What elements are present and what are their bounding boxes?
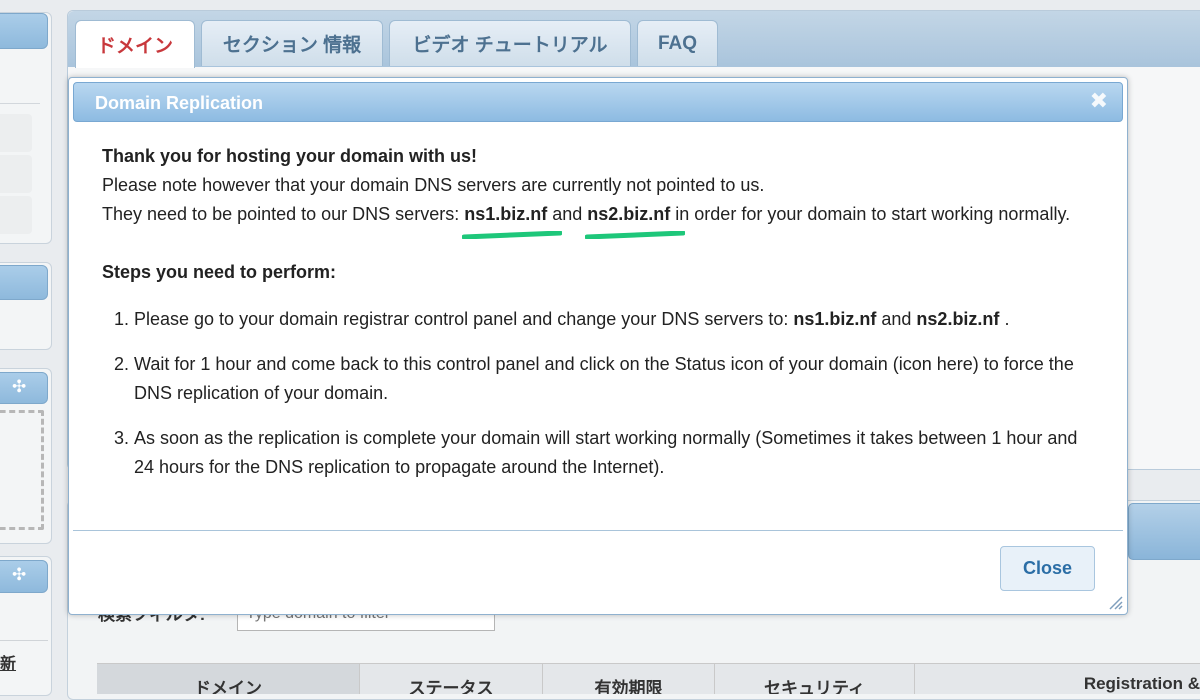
ns2-text: ns2.biz.nf xyxy=(587,204,671,224)
dialog-body: Thank you for hosting your domain with u… xyxy=(102,142,1092,498)
tab-faq[interactable]: FAQ xyxy=(637,20,718,66)
ns1-hostname: ns1.biz.nf xyxy=(462,204,563,239)
tab-bar: ドメイン セクション 情報 ビデオ チュートリアル FAQ xyxy=(75,20,718,68)
domain-list-header xyxy=(1128,503,1200,560)
sidebar-divider xyxy=(0,640,48,641)
sidebar-item[interactable] xyxy=(0,114,32,152)
column-header-status[interactable]: ステータス xyxy=(360,664,543,694)
dialog-titlebar[interactable]: Domain Replication ✖ xyxy=(73,82,1123,122)
move-icon[interactable]: ✣ xyxy=(12,379,26,396)
sidebar-refresh-link[interactable]: 新 xyxy=(0,650,16,674)
sidebar-drop-zone xyxy=(0,410,44,530)
ns1-text: ns1.biz.nf xyxy=(464,204,548,224)
steps-list: Please go to your domain registrar contr… xyxy=(102,305,1092,482)
step-1-ns2: ns2.biz.nf xyxy=(916,309,1000,329)
sidebar-item[interactable] xyxy=(0,155,32,193)
tab-section-info[interactable]: セクション 情報 xyxy=(201,20,383,66)
tab-domain[interactable]: ドメイン xyxy=(75,20,195,68)
sidebar-item[interactable] xyxy=(0,196,32,234)
dialog-heading: Thank you for hosting your domain with u… xyxy=(102,146,477,166)
tab-video-tutorial[interactable]: ビデオ チュートリアル xyxy=(389,20,631,66)
dialog-footer-divider xyxy=(73,530,1123,531)
sidebar-divider xyxy=(0,103,40,104)
column-header-domain[interactable]: ドメイン xyxy=(97,664,360,694)
close-button[interactable]: Close xyxy=(1000,546,1095,591)
ns2-hostname: ns2.biz.nf xyxy=(585,204,686,239)
step-1-and: and xyxy=(876,309,917,329)
resize-grip-icon[interactable] xyxy=(1105,592,1123,610)
pointed-suffix: in order for your domain to start workin… xyxy=(670,204,1071,224)
close-icon[interactable]: ✖ xyxy=(1090,91,1108,113)
steps-title: Steps you need to perform: xyxy=(102,262,337,282)
sidebar-panel-middle-header[interactable] xyxy=(0,265,48,300)
pointed-prefix: They need to be pointed to our DNS serve… xyxy=(102,204,465,224)
step-1-suffix: . xyxy=(999,309,1010,329)
move-icon[interactable]: ✣ xyxy=(12,567,26,584)
ns1-highlight-mark xyxy=(462,231,563,239)
domain-table-header: ドメイン ステータス 有効期限 セキュリティ Registration & xyxy=(97,663,1200,694)
step-3: As soon as the replication is complete y… xyxy=(134,424,1092,482)
step-1-prefix: Please go to your domain registrar contr… xyxy=(134,309,794,329)
domain-replication-dialog: Domain Replication ✖ Thank you for hosti… xyxy=(68,77,1128,615)
column-header-registration[interactable]: Registration & xyxy=(915,664,1200,694)
column-header-security[interactable]: セキュリティ xyxy=(715,664,915,694)
column-header-expiry[interactable]: 有効期限 xyxy=(543,664,715,694)
sidebar-panel-top-header[interactable] xyxy=(0,13,48,49)
step-1-ns1: ns1.biz.nf xyxy=(793,309,877,329)
dialog-title: Domain Replication xyxy=(95,93,264,113)
dialog-pointed-text: They need to be pointed to our DNS serve… xyxy=(102,200,1092,239)
dialog-note: Please note however that your domain DNS… xyxy=(102,175,765,195)
ns2-highlight-mark xyxy=(585,231,686,239)
and-word: and xyxy=(547,204,588,224)
step-1: Please go to your domain registrar contr… xyxy=(134,305,1092,334)
step-2: Wait for 1 hour and come back to this co… xyxy=(134,350,1092,408)
